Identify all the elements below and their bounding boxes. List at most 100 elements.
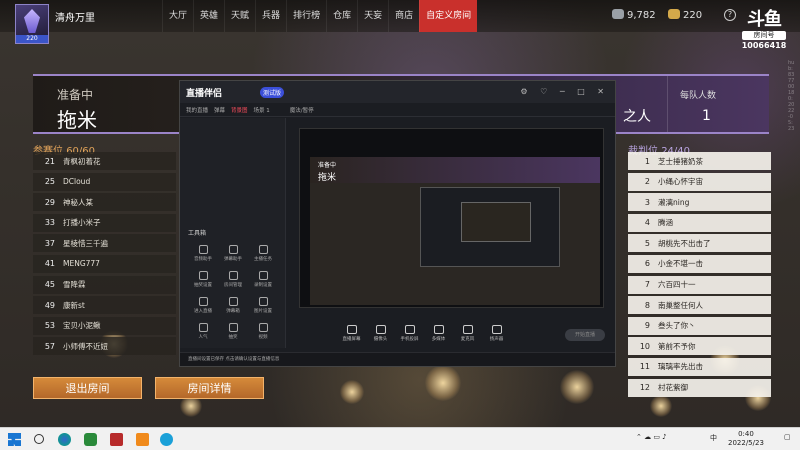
player-name: 神秘人某	[63, 197, 93, 207]
stream-control[interactable]: 多媒体	[424, 321, 453, 351]
tool-item[interactable]: 房间管理	[218, 269, 248, 295]
list-item[interactable]: 49 康新st	[33, 296, 176, 315]
nav-item-lobby[interactable]: 大厅	[162, 0, 193, 32]
list-item[interactable]: 41 MENG777	[33, 254, 176, 273]
nav-item-talents[interactable]: 天赋	[224, 0, 255, 32]
window-controls[interactable]: ⚙ ♡ ─ □ ✕	[520, 87, 609, 96]
control-label: 多媒体	[431, 337, 446, 342]
player-name: 清舟万里	[55, 13, 95, 24]
stream-app-status: 直播间设置已保存 点击请确认设置与直播信息	[180, 352, 615, 366]
slot-number: 7	[644, 280, 650, 290]
list-item[interactable]: 37 星棱惜三千遍	[33, 234, 176, 253]
nested-preview-window-inner	[461, 202, 531, 242]
player-name: 小绳心怀宇宙	[658, 177, 703, 187]
help-icon[interactable]: ?	[724, 9, 736, 21]
list-item[interactable]: 7 六百四十一	[628, 275, 771, 294]
coin-icon	[612, 9, 624, 19]
windows-start-icon[interactable]	[8, 433, 21, 446]
tool-item[interactable]: 音频助手	[188, 243, 218, 269]
nav-item-weapons[interactable]: 兵器	[255, 0, 286, 32]
tool-item[interactable]: 主播任务	[248, 243, 278, 269]
start-live-button[interactable]: 开始直播	[565, 329, 605, 341]
list-item[interactable]: 12 村花紫御	[628, 378, 771, 397]
tool-item[interactable]: 视频	[248, 321, 278, 347]
stream-app-titlebar[interactable]: 直播伴侣 测试版 ⚙ ♡ ─ □ ✕	[180, 81, 615, 103]
nav-item-tianwang[interactable]: 天妄	[357, 0, 388, 32]
player-name: MENG777	[63, 259, 100, 269]
game-icon[interactable]	[110, 433, 123, 446]
stream-preview: 准备中 拖米	[299, 128, 604, 308]
tool-item[interactable]: 图片设置	[248, 295, 278, 321]
room-number-label: 房间号	[742, 31, 786, 40]
stream-app-window[interactable]: 直播伴侣 测试版 ⚙ ♡ ─ □ ✕ 我的直播 弹幕 背景图 场景 1 魔法/暂…	[179, 80, 616, 367]
slot-number: 29	[44, 197, 55, 207]
input-language[interactable]: 中	[710, 433, 717, 443]
room-status: 准备中	[57, 88, 94, 102]
nested-preview-window	[420, 187, 560, 267]
stream-control[interactable]: 摄像头	[366, 321, 395, 351]
nav-item-shop[interactable]: 商店	[388, 0, 419, 32]
list-item[interactable]: 2 小绳心怀宇宙	[628, 172, 771, 191]
tool-icon	[198, 245, 208, 254]
list-item[interactable]: 53 宝贝小泥鳅	[33, 316, 176, 335]
tab-my-live[interactable]: 我的直播	[186, 106, 208, 114]
nav-item-heroes[interactable]: 英雄	[193, 0, 224, 32]
tool-label: 人气	[198, 335, 208, 340]
tool-label: 视频	[258, 335, 268, 340]
list-item[interactable]: 33 打播小米子	[33, 213, 176, 232]
room-details-button[interactable]: 房间详情	[155, 377, 264, 399]
system-clock[interactable]: 0:40 2022/5/23	[728, 430, 764, 448]
edge-browser-icon[interactable]	[58, 433, 71, 446]
list-item[interactable]: 11 璃璃率先出击	[628, 357, 771, 376]
leave-room-button[interactable]: 退出房间	[33, 377, 142, 399]
list-item[interactable]: 1 芝士捶猪奶茶	[628, 152, 771, 170]
list-item[interactable]: 5 胡桃先不出击了	[628, 234, 771, 253]
tool-icon	[258, 323, 268, 332]
list-item[interactable]: 57 小师傅不近妞	[33, 337, 176, 356]
tool-item[interactable]: 抽奖	[218, 321, 248, 347]
tool-item[interactable]: 录制设置	[248, 269, 278, 295]
tool-label: 图片设置	[254, 309, 272, 314]
nav-item-warehouse[interactable]: 仓库	[326, 0, 357, 32]
app-icon[interactable]	[84, 433, 97, 446]
tool-item[interactable]: 弹幕箱	[218, 295, 248, 321]
list-item[interactable]: 10 第前不予你	[628, 337, 771, 356]
tab-live-state[interactable]: 魔法/暂停	[290, 106, 314, 114]
list-item[interactable]: 3 濑漓ning	[628, 193, 771, 212]
clock-date: 2022/5/23	[728, 439, 764, 447]
list-item[interactable]: 45 雪降霖	[33, 275, 176, 294]
tray-icons[interactable]: ⌃ ☁ ▭ ♪	[636, 433, 667, 441]
control-icon	[375, 325, 386, 334]
tool-item[interactable]: 弹幕助手	[218, 243, 248, 269]
tool-item[interactable]: 人气	[188, 321, 218, 347]
slot-number: 5	[644, 238, 650, 248]
nav-item-rankings[interactable]: 排行榜	[286, 0, 326, 32]
stream-control[interactable]: 手机投屏	[395, 321, 424, 351]
list-item[interactable]: 4 腾涵	[628, 213, 771, 232]
player-name: 芝士捶猪奶茶	[658, 156, 703, 166]
list-item[interactable]: 9 叁头了你丶	[628, 316, 771, 335]
search-icon[interactable]	[34, 434, 44, 444]
stream-control[interactable]: 麦克风	[453, 321, 482, 351]
stream-app-icon[interactable]	[136, 433, 149, 446]
tool-label: 抽奖设置	[194, 283, 212, 288]
list-item[interactable]: 8 南巢整任何人	[628, 296, 771, 315]
app-icon-2[interactable]	[160, 433, 173, 446]
player-avatar[interactable]: 220	[15, 4, 49, 44]
referees-list: 1 芝士捶猪奶茶 2 小绳心怀宇宙 3 濑漓ning 4 腾涵 5 胡桃先不出击了 6 小金不堪一击 7…	[628, 152, 771, 399]
stream-control[interactable]: 扬声器	[482, 321, 511, 351]
tab-scene-1[interactable]: 场景 1	[254, 106, 270, 114]
list-item[interactable]: 29 神秘人某	[33, 193, 176, 212]
stream-control[interactable]: 直播屏幕	[337, 321, 366, 351]
list-item[interactable]: 6 小金不堪一击	[628, 254, 771, 273]
tab-danmaku[interactable]: 弹幕	[214, 106, 225, 114]
tool-item[interactable]: 抽奖设置	[188, 269, 218, 295]
tab-background[interactable]: 背景图	[231, 106, 248, 114]
list-item[interactable]: 21 青枫初着花	[33, 152, 176, 170]
notification-icon[interactable]: ▢	[784, 433, 791, 441]
stream-app-tabs: 我的直播 弹幕 背景图 场景 1 魔法/暂停	[180, 103, 615, 117]
tool-item[interactable]: 进入直播	[188, 295, 218, 321]
tool-icon	[258, 297, 268, 306]
nav-item-custom-room[interactable]: 自定义房间	[419, 0, 478, 32]
list-item[interactable]: 25 DCloud	[33, 172, 176, 191]
